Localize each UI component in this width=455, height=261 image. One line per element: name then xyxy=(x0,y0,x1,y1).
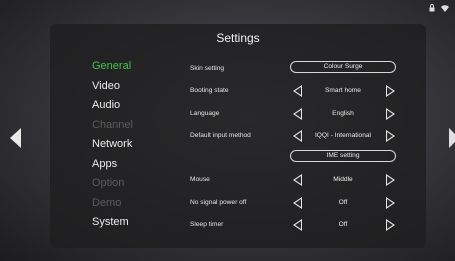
language-label: Language xyxy=(190,109,220,117)
language-prev-arrow-icon[interactable] xyxy=(293,107,302,120)
general-settings-list: Skin setting Colour Surge Booting state … xyxy=(190,58,406,236)
mouse-label: Mouse xyxy=(190,176,210,184)
skin-setting-row: Skin setting Colour Surge xyxy=(190,58,406,80)
sleep-timer-value: Off xyxy=(338,221,348,229)
booting-state-label: Booting state xyxy=(190,87,229,95)
sleep-timer-next-arrow-icon[interactable] xyxy=(386,219,395,232)
menu-item-channel: Channel xyxy=(92,118,133,131)
booting-state-next-arrow-icon[interactable] xyxy=(386,85,395,98)
input-method-label: Default input method xyxy=(190,131,251,139)
no-signal-power-off-row: No signal power off Off xyxy=(190,192,406,214)
menu-item-general[interactable]: General xyxy=(92,57,133,77)
language-next-arrow-icon[interactable] xyxy=(386,107,395,120)
status-bar xyxy=(429,4,449,12)
sleep-timer-row: Sleep timer Off xyxy=(190,214,406,236)
sleep-timer-prev-arrow-icon[interactable] xyxy=(293,219,302,232)
no-signal-power-off-value: Off xyxy=(338,198,348,206)
menu-item-audio[interactable]: Audio xyxy=(92,96,133,116)
menu-item-option: Option xyxy=(92,177,125,189)
lock-icon xyxy=(429,4,435,12)
menu-item-video[interactable]: Video xyxy=(92,77,133,97)
input-method-next-arrow-icon[interactable] xyxy=(386,129,395,142)
mouse-value: Middle xyxy=(333,176,353,184)
next-page-arrow-icon[interactable] xyxy=(449,128,455,148)
menu-item-demo: Demo xyxy=(92,196,122,209)
page-title: Settings xyxy=(216,31,260,45)
no-signal-power-off-label: No signal power off xyxy=(190,198,247,206)
ime-setting-row: IME setting xyxy=(190,147,406,169)
mouse-next-arrow-icon[interactable] xyxy=(386,174,395,187)
booting-state-row: Booting state Smart home xyxy=(190,80,406,102)
booting-state-prev-arrow-icon[interactable] xyxy=(293,85,302,98)
menu-item-apps[interactable]: Apps xyxy=(92,155,133,175)
skin-setting-button[interactable]: Colour Surge xyxy=(290,61,396,73)
mouse-row: Mouse Middle xyxy=(190,169,406,191)
previous-page-arrow-icon[interactable] xyxy=(10,128,21,148)
input-method-row: Default input method IQQI - Internationa… xyxy=(190,125,406,147)
sleep-timer-label: Sleep timer xyxy=(190,221,224,229)
no-signal-power-off-next-arrow-icon[interactable] xyxy=(386,196,395,209)
menu-item-system[interactable]: System xyxy=(92,213,133,233)
menu-item-network[interactable]: Network xyxy=(92,135,133,155)
skin-setting-label: Skin setting xyxy=(190,65,225,72)
settings-panel: Settings General Video Audio Channel Net… xyxy=(50,24,426,248)
input-method-prev-arrow-icon[interactable] xyxy=(293,129,302,142)
language-value: English xyxy=(332,109,354,117)
settings-category-menu: General Video Audio Channel Network Apps… xyxy=(92,57,133,233)
wifi-icon xyxy=(441,4,449,12)
no-signal-power-off-prev-arrow-icon[interactable] xyxy=(293,196,302,209)
mouse-prev-arrow-icon[interactable] xyxy=(293,174,302,187)
booting-state-value: Smart home xyxy=(325,87,361,95)
input-method-value: IQQI - International xyxy=(314,131,372,139)
ime-setting-button[interactable]: IME setting xyxy=(290,150,396,163)
language-row: Language English xyxy=(190,103,406,125)
